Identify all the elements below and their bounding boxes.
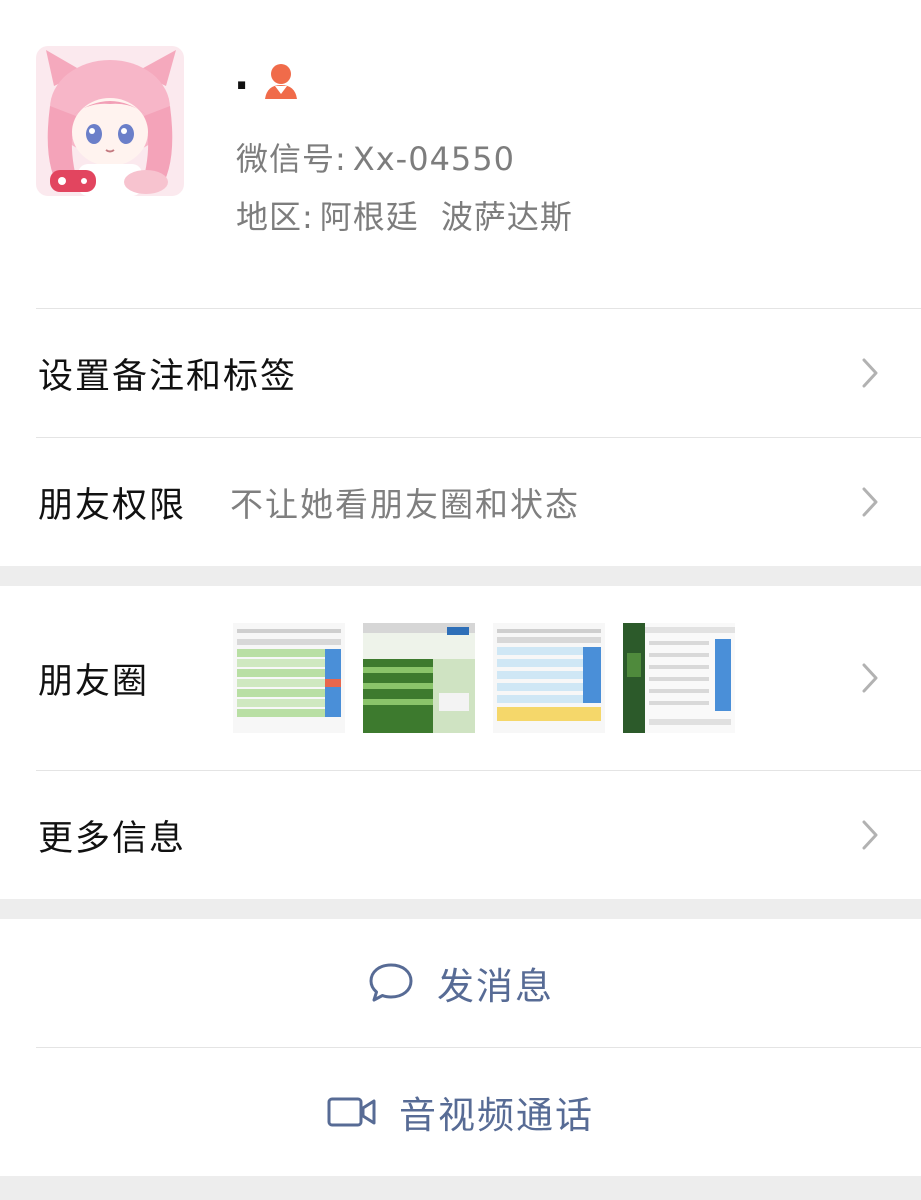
- send-message-button[interactable]: 发消息: [0, 919, 921, 1047]
- region-label: 地区:: [236, 198, 314, 236]
- avatar[interactable]: [36, 46, 184, 196]
- remark-tags-label: 设置备注和标签: [38, 356, 298, 397]
- moments-label: 朋友圈: [38, 661, 150, 702]
- wechat-id-label: 微信号:: [236, 140, 347, 178]
- moments-thumbnail[interactable]: [623, 623, 735, 733]
- section-gap: [0, 566, 921, 586]
- chat-bubble-icon: [369, 963, 413, 1002]
- chevron-right-icon: [862, 663, 878, 693]
- video-call-button[interactable]: 音视频通话: [0, 1048, 921, 1176]
- actions-group: 发消息 音视频通话: [0, 919, 921, 1176]
- more-info-row[interactable]: 更多信息: [0, 771, 921, 899]
- profile-header: . 微信号: Xx-04550 地区: 阿根廷 波萨达斯: [0, 0, 921, 308]
- female-user-icon: [259, 59, 303, 103]
- chevron-right-icon: [862, 487, 878, 517]
- friend-permissions-row[interactable]: 朋友权限 不让她看朋友圈和状态: [0, 438, 921, 566]
- send-message-label: 发消息: [437, 965, 554, 1008]
- region-line: 地区: 阿根廷 波萨达斯: [236, 192, 573, 238]
- moments-thumbnail[interactable]: [233, 623, 345, 733]
- video-camera-icon: [327, 1097, 376, 1127]
- more-info-label: 更多信息: [38, 818, 187, 859]
- chevron-right-icon: [862, 358, 878, 388]
- section-gap: [0, 899, 921, 919]
- chevron-right-icon: [862, 820, 878, 850]
- nickname: .: [234, 53, 250, 99]
- remark-tags-row[interactable]: 设置备注和标签: [0, 309, 921, 437]
- moments-row[interactable]: 朋友圈: [0, 586, 921, 770]
- moments-thumbnail[interactable]: [363, 623, 475, 733]
- nickname-row: .: [234, 56, 303, 106]
- video-call-label: 音视频通话: [399, 1094, 594, 1137]
- region-country: 阿根廷: [319, 198, 419, 236]
- friend-permissions-value: 不让她看朋友圈和状态: [230, 485, 581, 524]
- friend-permissions-label: 朋友权限: [38, 485, 187, 526]
- wechat-id-line: 微信号: Xx-04550: [236, 134, 515, 180]
- profile-menu-group: 设置备注和标签 朋友权限 不让她看朋友圈和状态: [0, 308, 921, 566]
- moments-group: 朋友圈 更多信息: [0, 586, 921, 899]
- moments-thumbnails: [233, 623, 753, 733]
- wechat-id-value: Xx-04550: [352, 140, 515, 178]
- region-city: 波萨达斯: [440, 198, 573, 236]
- moments-thumbnail[interactable]: [493, 623, 605, 733]
